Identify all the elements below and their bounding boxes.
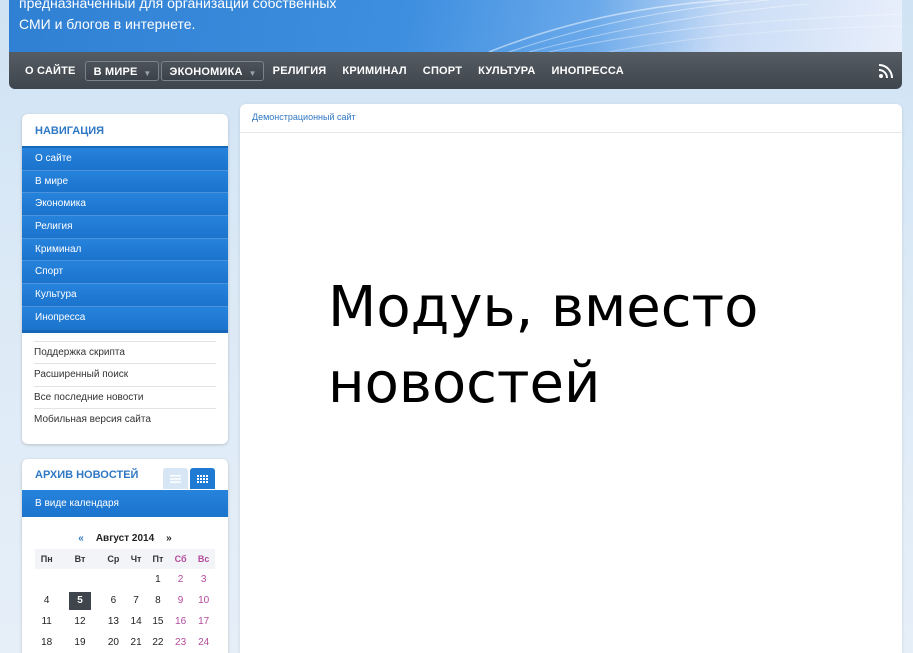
breadcrumb-home-link[interactable]: Демонстрационный сайт: [252, 112, 356, 122]
weekday-header: Чт: [125, 549, 147, 569]
sidebar-item-sport[interactable]: Спорт: [22, 261, 228, 285]
weekday-header: Ср: [101, 549, 126, 569]
calendar-day: 22: [152, 637, 164, 648]
calendar-day-today[interactable]: 5: [58, 590, 101, 611]
calendar-day: 12: [74, 616, 86, 627]
calendar-day: 7: [133, 595, 139, 606]
calendar-day: 13: [107, 616, 119, 627]
sidebar-item-support[interactable]: Поддержка скрипта: [34, 340, 216, 364]
topnav-item-culture[interactable]: КУЛЬТУРА: [470, 61, 543, 81]
breadcrumb: Демонстрационный сайт: [240, 104, 902, 133]
calendar-day: [35, 569, 58, 590]
archive-calendar-view-tab[interactable]: [190, 468, 215, 489]
calendar-day: 6: [110, 595, 117, 606]
calendar-prev-month-link[interactable]: «: [66, 533, 96, 544]
sidebar-item-foreign-press[interactable]: Инопресса: [22, 306, 228, 330]
calendar-day: 20: [107, 637, 119, 648]
archive-panel: АРХИВ НОВОСТЕЙ В виде календаря « Август…: [22, 459, 228, 653]
calendar: « Август 2014 » Пн Вт Ср Чт Пт Сб Вс 1 2…: [35, 529, 215, 653]
weekday-header: Сб: [168, 549, 193, 569]
sidebar-item-culture[interactable]: Культура: [22, 284, 228, 307]
calendar-day: 19: [74, 637, 86, 648]
top-navigation-bar: О САЙТЕ В МИРЕ ▼ ЭКОНОМИКА ▼ РЕЛИГИЯ КРИ…: [9, 52, 902, 89]
calendar-week: 18 19 20 21 22 23 24: [35, 632, 215, 653]
topnav-item-economy[interactable]: ЭКОНОМИКА ▼: [160, 60, 264, 81]
calendar-day: 11: [41, 616, 52, 627]
navigation-title: НАВИГАЦИЯ: [35, 125, 105, 137]
calendar-day: [102, 569, 126, 590]
chevron-down-icon: ▼: [248, 68, 257, 78]
weekday-header: Вс: [192, 549, 215, 569]
calendar-day: [58, 569, 101, 590]
sidebar-item-about[interactable]: О сайте: [22, 148, 228, 171]
calendar-day: 24: [198, 637, 210, 648]
sidebar-item-economy[interactable]: Экономика: [22, 193, 228, 217]
sidebar-item-advanced-search[interactable]: Расширенный поиск: [34, 363, 216, 386]
calendar-day: 2: [177, 574, 184, 585]
banner-line-2: СМИ и блогов в интернете.: [19, 16, 196, 32]
calendar-day: [125, 569, 147, 590]
calendar-day: 1: [155, 574, 161, 585]
main-content: Демонстрационный сайт Модуь, вместо ново…: [240, 104, 902, 653]
navigation-extra-list: Поддержка скрипта Расширенный поиск Все …: [22, 333, 228, 431]
weekday-header: Вт: [58, 549, 102, 569]
list-icon: [170, 474, 181, 483]
calendar-month-title: Август 2014: [95, 532, 155, 544]
topnav-item-about[interactable]: О САЙТЕ: [17, 61, 84, 81]
archive-list-view-tab[interactable]: [163, 468, 188, 489]
calendar-next-month-link[interactable]: »: [154, 533, 184, 544]
calendar-day: 17: [198, 616, 210, 627]
topnav-item-world-label: В МИРЕ: [93, 65, 138, 78]
calendar-day: 10: [198, 595, 210, 606]
weekday-header: Пн: [35, 549, 59, 569]
sidebar-item-mobile-version[interactable]: Мобильная версия сайта: [34, 408, 216, 431]
topnav-item-religion[interactable]: РЕЛИГИЯ: [265, 61, 335, 81]
topnav-item-economy-label: ЭКОНОМИКА: [169, 65, 243, 78]
calendar-week: 4 5 6 7 8 9 10: [35, 590, 215, 611]
calendar-grid-icon: [197, 474, 208, 483]
calendar-header: « Август 2014 »: [35, 529, 215, 547]
archive-subtitle: В виде календаря: [22, 490, 228, 517]
archive-title: АРХИВ НОВОСТЕЙ: [35, 469, 139, 481]
calendar-day: 23: [175, 637, 187, 648]
navigation-panel: НАВИГАЦИЯ О сайте В мире Экономика Религ…: [22, 114, 228, 444]
calendar-day: 16: [175, 616, 187, 627]
calendar-day: 18: [41, 637, 53, 648]
placeholder-module-text: Модуь, вместо новостей: [328, 275, 759, 416]
topnav-item-sport[interactable]: СПОРТ: [415, 61, 470, 81]
chevron-down-icon: ▼: [143, 68, 152, 78]
calendar-day: 15: [152, 616, 164, 627]
navigation-main-list: О сайте В мире Экономика Религия Кримина…: [22, 146, 228, 333]
calendar-table: Пн Вт Ср Чт Пт Сб Вс 1 2 3 4 5 6 7 8 9 1…: [35, 549, 215, 653]
calendar-day-today-label: 5: [68, 591, 91, 610]
banner-line-1: предназначенный для организации собствен…: [19, 0, 337, 11]
topnav-item-crime[interactable]: КРИМИНАЛ: [334, 61, 414, 81]
calendar-week: 11 12 13 14 15 16 17: [35, 611, 215, 632]
banner-text: предназначенный для организации собствен…: [19, 0, 336, 35]
calendar-day: 9: [177, 595, 184, 606]
topnav-item-foreign-press[interactable]: ИНОПРЕССА: [544, 61, 632, 81]
rss-icon[interactable]: [878, 63, 894, 79]
weekday-header: Пт: [147, 549, 169, 569]
calendar-day: 8: [155, 595, 161, 606]
calendar-day: 4: [43, 595, 50, 606]
calendar-day: 21: [130, 637, 142, 648]
calendar-week: 1 2 3: [35, 569, 215, 590]
sidebar-item-world[interactable]: В мире: [22, 170, 228, 194]
topnav-item-world[interactable]: В МИРЕ ▼: [84, 60, 159, 81]
sidebar-item-latest-news[interactable]: Все последние новости: [34, 385, 216, 409]
header-banner: предназначенный для организации собствен…: [9, 0, 902, 52]
calendar-day: 3: [200, 574, 207, 585]
sidebar-item-religion[interactable]: Религия: [22, 216, 228, 239]
calendar-day: 14: [130, 616, 142, 627]
sidebar-item-crime[interactable]: Криминал: [22, 238, 228, 262]
